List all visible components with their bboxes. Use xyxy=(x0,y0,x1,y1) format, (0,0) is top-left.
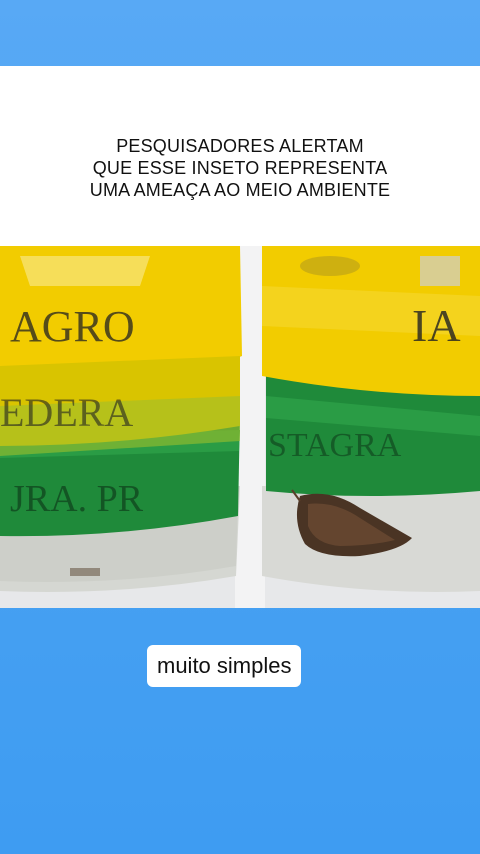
video-frame[interactable]: AGRO EDERA JRA. PR IA STAGRA xyxy=(0,246,480,608)
headline-line-1: PESQUISADORES ALERTAM xyxy=(116,136,364,156)
headline-line-3: UMA AMEAÇA AO MEIO AMBIENTE xyxy=(89,180,391,200)
svg-text:IA: IA xyxy=(412,300,461,351)
jars-illustration-icon: AGRO EDERA JRA. PR IA STAGRA xyxy=(0,246,480,608)
caption-text: muito simples xyxy=(157,653,292,678)
left-jar: AGRO EDERA JRA. PR xyxy=(0,246,242,592)
right-jar: IA STAGRA xyxy=(262,246,480,592)
headline-line-2: QUE ESSE INSETO REPRESENTA xyxy=(92,158,388,178)
svg-text:AGRO: AGRO xyxy=(10,302,135,351)
caption-chip: muito simples xyxy=(147,645,302,687)
svg-text:STAGRA: STAGRA xyxy=(268,427,402,464)
headline: PESQUISADORES ALERTAM QUE ESSE INSETO RE… xyxy=(0,135,480,201)
svg-text:JRA. PR: JRA. PR xyxy=(10,478,144,520)
svg-text:EDERA: EDERA xyxy=(0,390,133,435)
